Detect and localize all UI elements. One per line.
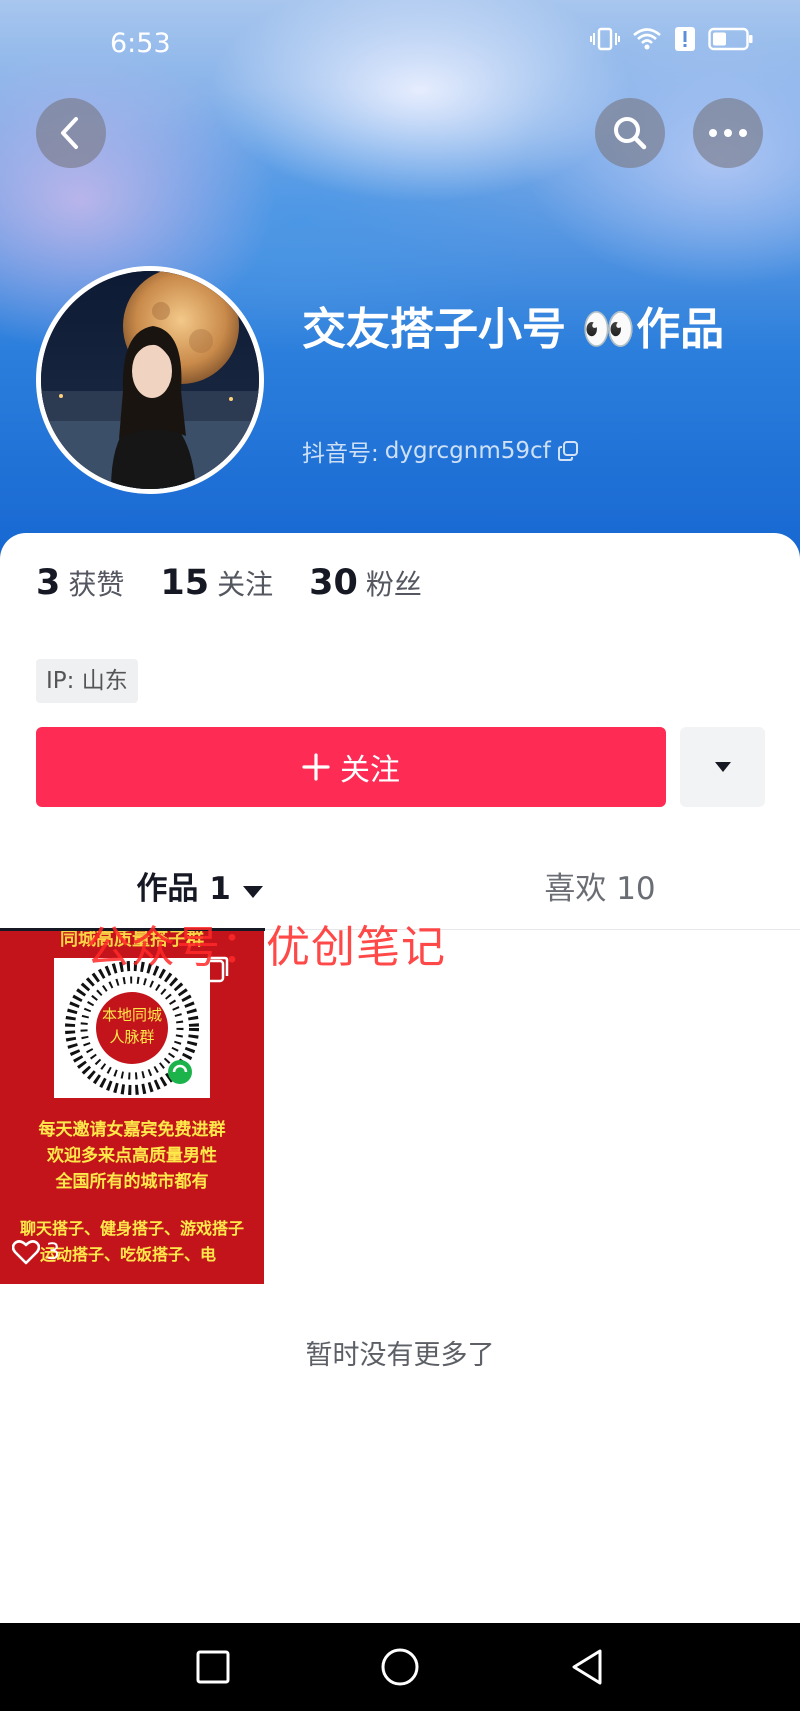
stat-value: 3 [36,563,61,603]
qr-center-text: 本地同城 人脉群 [96,1004,168,1048]
triangle-down-icon [242,886,263,898]
ip-location-tag: IP: 山东 [36,659,138,703]
more-icon [709,129,747,137]
stat-label: 关注 [217,568,274,601]
avatar-image [41,271,259,489]
tab-likes[interactable]: 喜欢 10 [400,863,800,919]
home-icon[interactable] [380,1647,420,1687]
vibrate-icon [590,27,620,51]
copy-icon[interactable] [557,440,579,462]
tab-likes-label: 喜欢 10 [544,871,656,907]
no-more-hint: 暂时没有更多了 [305,1340,495,1371]
stat-value: 30 [309,563,358,603]
search-button[interactable] [595,98,665,168]
follow-button-label: 关注 [340,753,400,788]
stat-label: 获赞 [68,568,125,601]
tile-line: 全国所有的城市都有 [55,1172,209,1192]
triangle-down-icon [714,762,731,772]
more-button[interactable] [693,98,763,168]
ip-label: IP: [46,668,75,694]
tile-line: 欢迎多来点高质量男性 [47,1146,217,1166]
nickname: 交友搭子小号 👀作品 [302,304,725,355]
alert-icon [675,27,695,51]
tile-tags-line: 聊天搭子、健身搭子、游戏搭子 [19,1219,244,1238]
back-button[interactable] [36,98,106,168]
wifi-icon [633,28,661,50]
plus-icon [302,753,330,781]
back-nav-icon[interactable] [569,1648,605,1686]
stat-following[interactable]: 15 关注 [160,563,273,603]
video-like-count: 3 [12,1239,60,1265]
profile-header-background: 6:53 交友搭子小号 👀作品 抖音号: dygrcgnm59cf [0,0,800,560]
recommend-dropdown-button[interactable] [680,727,765,807]
tab-works-label: 作品 1 [136,871,231,907]
video-thumbnail[interactable]: 同城高质量搭子群 本地同城 人脉群 每天邀请女嘉宾免费进群 欢迎多来点高质量男性… [0,931,264,1284]
tile-line: 每天邀请女嘉宾免费进群 [38,1120,226,1140]
ip-location: 山东 [81,668,128,694]
stat-label: 粉丝 [365,568,422,601]
qr-center-line: 人脉群 [109,1028,155,1046]
heart-icon [12,1240,40,1265]
watermark-text: 公众号：优创笔记 [86,922,446,973]
profile-panel: 3 获赞 15 关注 30 粉丝 IP: 山东 关注 作品 1 喜欢 10 同城高质量… [0,533,800,1623]
douyin-id-value: dygrcgnm59cf [384,438,551,464]
recent-apps-icon[interactable] [195,1649,231,1685]
battery-icon [708,27,753,51]
search-icon [614,117,647,150]
system-nav-bar [0,1623,800,1711]
douyin-id-row[interactable]: 抖音号: dygrcgnm59cf [302,434,579,468]
stat-likes[interactable]: 3 获赞 [36,563,124,603]
stats-row: 3 获赞 15 关注 30 粉丝 [36,563,422,603]
status-icons [590,26,754,52]
qr-center-line: 本地同城 [101,1006,162,1024]
douyin-id-label: 抖音号: [302,441,379,467]
qr-code-image: 本地同城 人脉群 [54,958,210,1098]
follow-button[interactable]: 关注 [36,727,666,807]
stat-value: 15 [160,563,210,603]
stat-followers[interactable]: 30 粉丝 [309,563,422,603]
status-time: 6:53 [110,28,171,59]
back-arrow-icon [61,117,78,149]
video-like-count-value: 3 [46,1239,60,1265]
avatar[interactable] [36,266,264,494]
